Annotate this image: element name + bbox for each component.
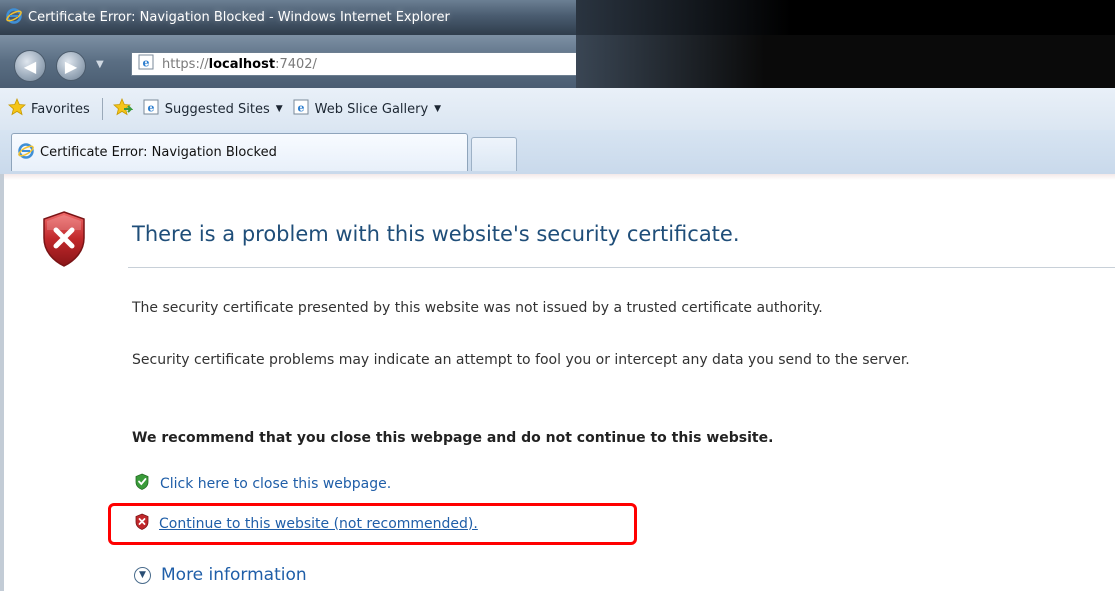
new-tab-button[interactable]	[471, 137, 517, 171]
ie-logo-icon	[6, 7, 22, 28]
close-webpage-link[interactable]: Click here to close this webpage.	[160, 476, 391, 492]
back-arrow-icon: ◀	[23, 56, 37, 76]
address-bar[interactable]: e https:// localhost :7402/	[131, 52, 576, 76]
favorites-separator	[101, 98, 103, 120]
svg-text:e: e	[297, 102, 304, 115]
chevron-down-icon: ▼	[275, 104, 283, 114]
content-left-border	[0, 174, 4, 591]
chevron-down-icon: ▼	[434, 104, 442, 114]
error-shield-icon	[40, 210, 88, 272]
svg-text:e: e	[147, 102, 154, 115]
forward-button[interactable]: ▶	[56, 51, 86, 81]
address-port: :7402/	[275, 56, 317, 72]
more-information-link[interactable]: More information	[161, 565, 307, 585]
suggested-sites-button[interactable]: e Suggested Sites ▼	[143, 99, 283, 119]
tab-label: Certificate Error: Navigation Blocked	[40, 145, 277, 160]
tab-certificate-error[interactable]: Certificate Error: Navigation Blocked	[11, 133, 468, 171]
web-slice-gallery-button[interactable]: e Web Slice Gallery ▼	[293, 99, 441, 119]
green-shield-icon	[134, 473, 150, 494]
recent-pages-dropdown[interactable]: ▼	[96, 59, 104, 70]
address-scheme: https://	[162, 56, 209, 72]
favorites-bar: Favorites e Suggested Sites ▼ e Web Slic…	[0, 88, 1115, 130]
more-information-row[interactable]: ▼ More information	[134, 565, 307, 585]
favorites-button[interactable]: Favorites	[8, 97, 90, 120]
back-button[interactable]: ◀	[14, 50, 46, 82]
issuer-warning-text: The security certificate presented by th…	[132, 300, 823, 316]
forward-arrow-icon: ▶	[64, 56, 78, 76]
address-host: localhost	[208, 56, 276, 72]
ie-page-icon: e	[293, 99, 309, 119]
content-top-edge	[4, 174, 1115, 180]
title-divider	[128, 267, 1115, 268]
svg-text:e: e	[143, 57, 150, 70]
star-icon	[8, 97, 26, 120]
security-warning-text: Security certificate problems may indica…	[132, 352, 910, 368]
window-title-bar: Certificate Error: Navigation Blocked - …	[0, 0, 576, 35]
navigation-bar-background	[576, 35, 1115, 88]
recommendation-text: We recommend that you close this webpage…	[132, 430, 774, 446]
window-title: Certificate Error: Navigation Blocked - …	[28, 10, 450, 25]
title-bar-background	[576, 0, 1115, 35]
page-title: There is a problem with this website's s…	[132, 222, 740, 246]
suggested-sites-label: Suggested Sites	[164, 101, 270, 117]
favorites-label: Favorites	[31, 101, 90, 117]
ie-page-icon: e	[143, 99, 159, 119]
highlight-box	[108, 503, 637, 545]
page-icon: e	[138, 54, 154, 74]
add-to-favorites-bar-button[interactable]	[112, 97, 134, 120]
add-favorite-star-icon	[112, 97, 134, 120]
close-webpage-row: Click here to close this webpage.	[134, 473, 391, 494]
expand-chevron-icon[interactable]: ▼	[134, 566, 151, 584]
ie-logo-icon	[18, 142, 34, 163]
web-slice-gallery-label: Web Slice Gallery	[314, 101, 429, 117]
